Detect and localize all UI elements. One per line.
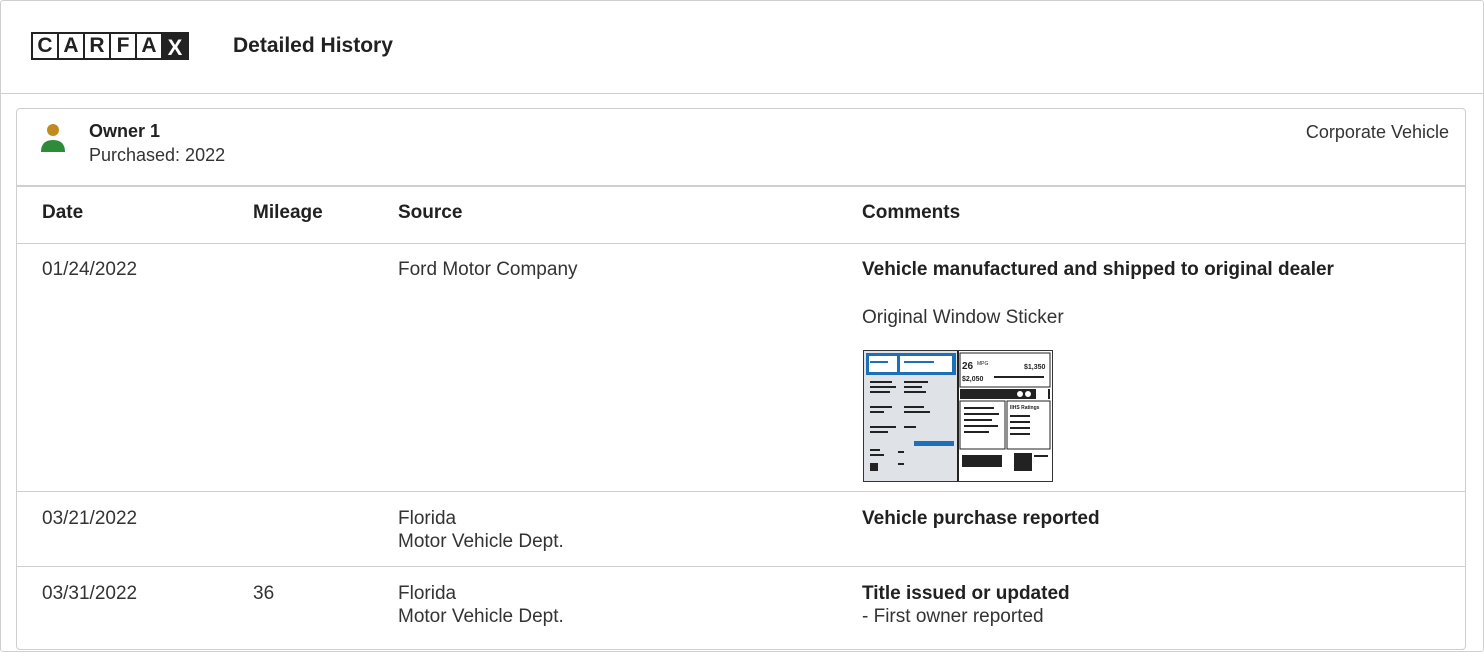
owner-card: Owner 1 Purchased: 2022 Corporate Vehicl… [16,108,1466,650]
carfax-logo: C A R F A X [31,32,189,60]
row-source-line-2: Motor Vehicle Dept. [398,606,564,627]
owner-type: Corporate Vehicle [1305,122,1449,142]
column-header-date: Date [42,202,84,223]
logo-letter: A [57,32,85,60]
sticker-mpg-unit: MPG [977,361,989,367]
person-icon [41,124,65,152]
window-sticker-thumbnail[interactable]: 26 MPG $1,350 $2,050 IIHS Ratings [863,350,1053,482]
logo-letter: R [83,32,111,60]
column-header-comments: Comments [862,202,961,223]
row-date: 03/31/2022 [42,583,138,604]
panel-header: C A R F A X Detailed History [1,1,1483,94]
column-header-mileage: Mileage [253,202,323,223]
logo-letter: A [135,32,163,60]
window-sticker-link[interactable]: Original Window Sticker [862,306,1064,329]
sticker-ratings-label: IIHS Ratings [1010,405,1040,411]
table-header: Date Mileage Source Comments [17,185,1465,244]
row-mileage: 36 [253,583,275,604]
row-comment-title: Title issued or updated [862,583,1070,604]
row-comment-detail: - First owner reported [862,606,1044,627]
page-title: Detailed History [233,34,393,57]
row-comment-title: Vehicle purchase reported [862,508,1100,529]
logo-letter: F [109,32,137,60]
row-date: 01/24/2022 [42,259,138,280]
row-source: Ford Motor Company [398,259,578,280]
logo-letter: X [161,32,189,60]
row-source-line-1: Florida [398,508,457,529]
sticker-fuel-cost: $2,050 [962,376,984,383]
table-row: 03/21/2022 Florida Motor Vehicle Dept. V… [17,491,1465,567]
sticker-mpg: 26 [962,361,974,372]
column-header-source: Source [398,202,463,223]
row-source-line-2: Motor Vehicle Dept. [398,531,564,552]
table-row: 03/31/2022 36 Florida Motor Vehicle Dept… [17,566,1465,649]
sticker-save: $1,350 [1024,364,1046,371]
row-comment-title: Vehicle manufactured and shipped to orig… [862,259,1334,280]
logo-letter: C [31,32,59,60]
table-row: 01/24/2022 Ford Motor Company Vehicle ma… [17,242,1465,491]
row-source-line-1: Florida [398,583,457,604]
row-date: 03/21/2022 [42,508,138,529]
owner-name: Owner 1 [89,121,161,141]
owner-purchased: Purchased: 2022 [89,145,226,165]
